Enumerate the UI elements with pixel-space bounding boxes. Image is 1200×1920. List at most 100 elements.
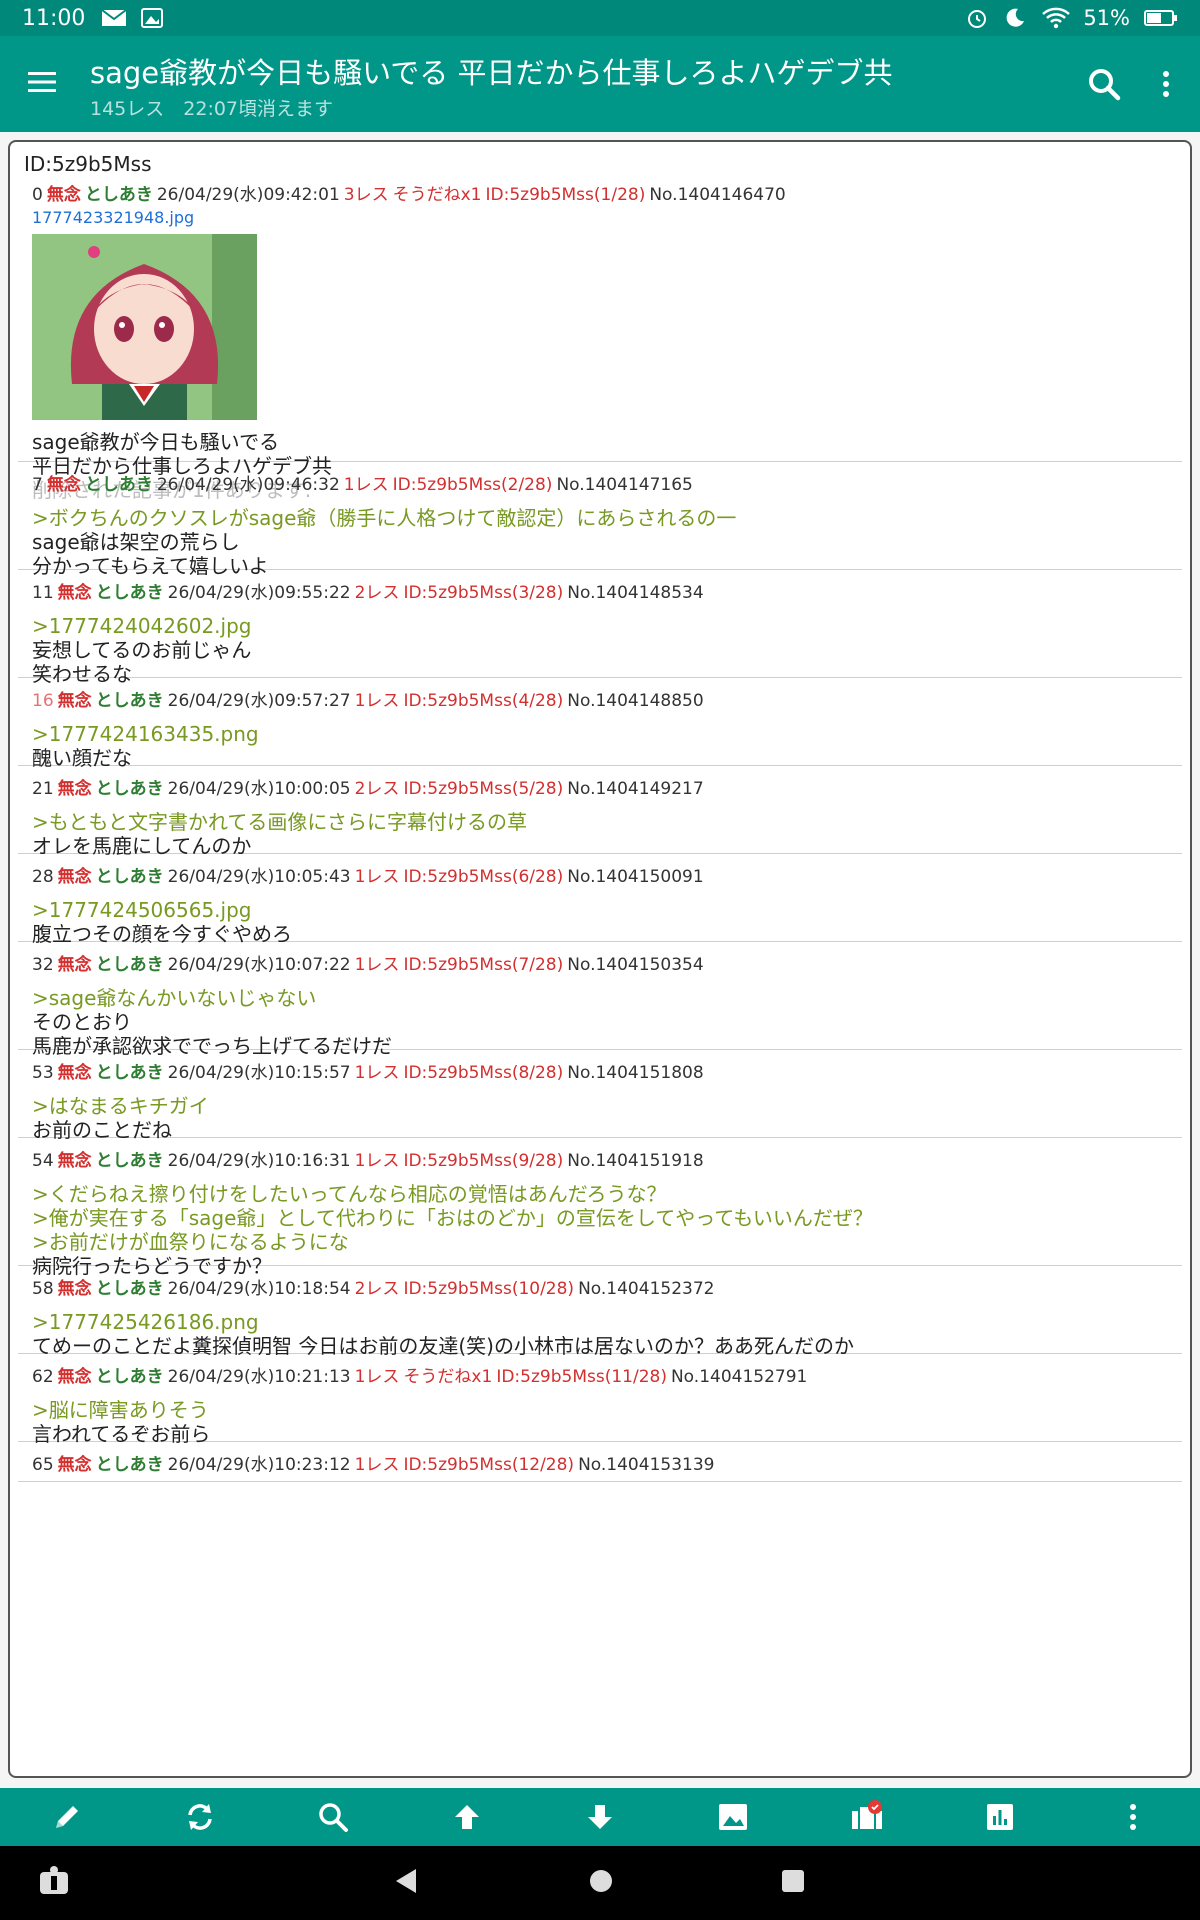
quote-line[interactable]: >お前だけが血祭りになるようにな	[32, 1230, 1182, 1254]
quote-line[interactable]: >俺が実在する「sage爺」として代わりに「おはのどか」の宣伝をしてやってもいい…	[32, 1206, 1182, 1230]
post-number[interactable]: 21	[32, 779, 54, 799]
poster-id[interactable]: ID:5z9b5Mss(4/28)	[403, 691, 563, 711]
chart-icon[interactable]	[980, 1797, 1020, 1837]
quote-line[interactable]: >1777424506565.jpg	[32, 898, 1182, 922]
more-vert-icon[interactable]	[1113, 1797, 1153, 1837]
poster-id[interactable]: ID:5z9b5Mss(7/28)	[403, 955, 563, 975]
post-number[interactable]: 54	[32, 1151, 54, 1171]
quote-line[interactable]: >sage爺なんかいないじゃない	[32, 986, 1182, 1010]
quote-line[interactable]: >ボクちんのクソスレがsage爺（勝手に人格つけて敵認定）にあらされるの一	[32, 506, 1182, 530]
quote-line[interactable]: >もともと文字書かれてる画像にさらに字幕付けるの草	[32, 810, 1182, 834]
file-link[interactable]: 1777423321948.jpg	[32, 208, 1182, 228]
post-item[interactable]: 16 無念 としあき 26/04/29(水)09:57:27 1レス ID:5z9b5Ms…	[18, 678, 1182, 770]
post-number[interactable]: 58	[32, 1279, 54, 1299]
post-no[interactable]: No.1404147165	[556, 475, 692, 495]
post-item[interactable]: 21 無念 としあき 26/04/29(水)10:00:05 2レス ID:5z9b5Ms…	[18, 766, 1182, 858]
post-item[interactable]: 32 無念 としあき 26/04/29(水)10:07:22 1レス ID:5z9b5Ms…	[18, 942, 1182, 1058]
post-no[interactable]: No.1404152791	[671, 1367, 807, 1387]
arrow-down-icon[interactable]	[580, 1797, 620, 1837]
post-item[interactable]: 53 無念 としあき 26/04/29(水)10:15:57 1レス ID:5z9b5Ms…	[18, 1050, 1182, 1142]
quote-line[interactable]: >くだらねえ擦り付けをしたいってんなら相応の覚悟はあんだろうな？	[32, 1182, 1182, 1206]
bottom-toolbar	[0, 1788, 1200, 1846]
post-item[interactable]: 0 無念 としあき 26/04/29(水)09:42:01 3レス そうだねx1 ID:5z…	[18, 172, 1182, 502]
poster-id[interactable]: ID:5z9b5Mss(2/28)	[393, 475, 553, 495]
poster-id[interactable]: ID:5z9b5Mss(3/28)	[403, 583, 563, 603]
post-no[interactable]: No.1404153139	[578, 1455, 714, 1475]
post-item[interactable]: 62 無念 としあき 26/04/29(水)10:21:13 1レス そうだねx1 ID:5…	[18, 1354, 1182, 1446]
reply-count[interactable]: 1レス	[355, 1367, 400, 1387]
post-item[interactable]: 54 無念 としあき 26/04/29(水)10:16:31 1レス ID:5z9b5Ms…	[18, 1138, 1182, 1278]
poster-id[interactable]: ID:5z9b5Mss(12/28)	[403, 1455, 574, 1475]
post-number[interactable]: 53	[32, 1063, 54, 1083]
image-icon[interactable]	[713, 1797, 753, 1837]
post-date: 26/04/29(水)10:16:31	[167, 1151, 351, 1171]
reply-count[interactable]: 1レス	[344, 475, 389, 495]
quote-line[interactable]: >1777425426186.png	[32, 1310, 1182, 1334]
moon-icon	[1006, 8, 1025, 27]
reply-count[interactable]: 2レス	[355, 779, 400, 799]
post-item[interactable]: 11 無念 としあき 26/04/29(水)09:55:22 2レス ID:5z9b5Ms…	[18, 570, 1182, 686]
poster-id[interactable]: ID:5z9b5Mss(9/28)	[403, 1151, 563, 1171]
back-icon[interactable]	[392, 1866, 420, 1896]
post-header: 7 無念 としあき 26/04/29(水)09:46:32 1レス ID:5z9b5Mss…	[32, 474, 1182, 496]
media-icon[interactable]	[847, 1797, 887, 1837]
post-item[interactable]: 58 無念 としあき 26/04/29(水)10:18:54 2レス ID:5z9b5Ms…	[18, 1266, 1182, 1358]
quote-line[interactable]: >1777424042602.jpg	[32, 614, 1182, 638]
poster-id[interactable]: ID:5z9b5Mss(10/28)	[403, 1279, 574, 1299]
post-number[interactable]: 62	[32, 1367, 54, 1387]
post-no[interactable]: No.1404151808	[567, 1063, 703, 1083]
post-item[interactable]: 28 無念 としあき 26/04/29(水)10:05:43 1レス ID:5z9b5Ms…	[18, 854, 1182, 946]
menu-icon[interactable]	[24, 64, 60, 100]
post-number[interactable]: 28	[32, 867, 54, 887]
post-thumbnail[interactable]	[32, 234, 257, 420]
post-no[interactable]: No.1404151918	[567, 1151, 703, 1171]
post-date: 26/04/29(水)10:18:54	[167, 1279, 351, 1299]
arrow-up-icon[interactable]	[447, 1797, 487, 1837]
post-number[interactable]: 32	[32, 955, 54, 975]
post-no[interactable]: No.1404150091	[567, 867, 703, 887]
post-number[interactable]: 0	[32, 185, 43, 205]
post-no[interactable]: No.1404146470	[649, 185, 785, 205]
home-icon[interactable]	[588, 1868, 614, 1894]
search-icon[interactable]	[1086, 66, 1122, 102]
reply-count[interactable]: 1レス	[355, 867, 400, 887]
recents-icon[interactable]	[780, 1868, 806, 1894]
poster-id[interactable]: ID:5z9b5Mss(1/28)	[486, 185, 646, 205]
post-no[interactable]: No.1404150354	[567, 955, 703, 975]
post-no[interactable]: No.1404149217	[567, 779, 703, 799]
reply-count[interactable]: 1レス	[355, 1455, 400, 1475]
post-number[interactable]: 11	[32, 583, 54, 603]
soudane-count[interactable]: そうだねx1	[393, 185, 482, 205]
post-no[interactable]: No.1404148534	[567, 583, 703, 603]
reply-count[interactable]: 2レス	[355, 1279, 400, 1299]
quote-line[interactable]: >1777424163435.png	[32, 722, 1182, 746]
post-number[interactable]: 16	[32, 691, 54, 711]
more-vert-icon[interactable]	[1154, 66, 1178, 102]
pencil-icon[interactable]	[47, 1797, 87, 1837]
post-item[interactable]: 65 無念 としあき 26/04/29(水)10:23:12 1レス ID:5z9b5Ms…	[18, 1442, 1182, 1482]
post-item[interactable]: 7 無念 としあき 26/04/29(水)09:46:32 1レス ID:5z9b5Mss…	[18, 462, 1182, 578]
soudane-count[interactable]: そうだねx1	[403, 1367, 492, 1387]
poster-id[interactable]: ID:5z9b5Mss(11/28)	[496, 1367, 667, 1387]
reply-count[interactable]: 1レス	[355, 955, 400, 975]
quote-line[interactable]: >脳に障害ありそう	[32, 1398, 1182, 1422]
reply-count[interactable]: 2レス	[355, 583, 400, 603]
refresh-icon[interactable]	[180, 1797, 220, 1837]
post-no[interactable]: No.1404152372	[578, 1279, 714, 1299]
poster-id[interactable]: ID:5z9b5Mss(8/28)	[403, 1063, 563, 1083]
quote-line[interactable]: >はなまるキチガイ	[32, 1094, 1182, 1118]
search-icon[interactable]	[313, 1797, 353, 1837]
reply-count[interactable]: 3レス	[344, 185, 389, 205]
post-number[interactable]: 7	[32, 475, 43, 495]
wifi-icon	[1042, 7, 1071, 29]
post-subject: 無念	[57, 779, 92, 799]
poster-id[interactable]: ID:5z9b5Mss(6/28)	[403, 867, 563, 887]
post-no[interactable]: No.1404148850	[567, 691, 703, 711]
accessibility-icon[interactable]	[36, 1862, 72, 1898]
post-number[interactable]: 65	[32, 1455, 54, 1475]
reply-count[interactable]: 1レス	[355, 691, 400, 711]
reply-count[interactable]: 1レス	[355, 1151, 400, 1171]
reply-count[interactable]: 1レス	[355, 1063, 400, 1083]
poster-id[interactable]: ID:5z9b5Mss(5/28)	[403, 779, 563, 799]
post-subject: 無念	[46, 185, 81, 205]
